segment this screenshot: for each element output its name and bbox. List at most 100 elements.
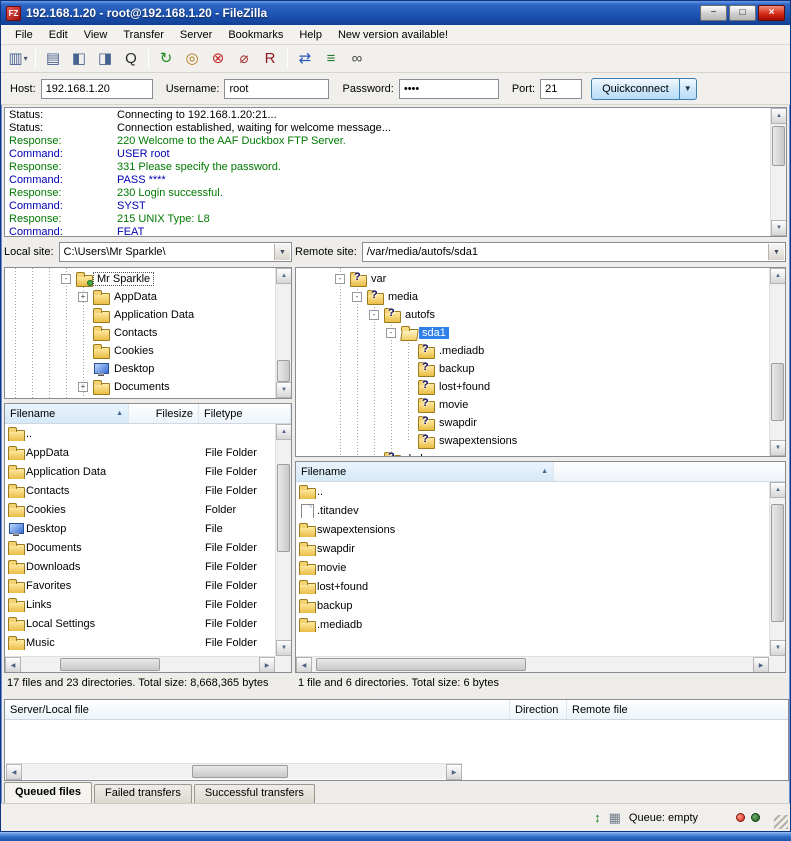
tree-item-mediadb[interactable]: ?.mediadb <box>296 342 769 360</box>
toggle-remote-tree-icon[interactable]: ◨ <box>93 47 117 70</box>
username-input[interactable] <box>224 79 329 99</box>
file-row-mediadb[interactable]: .mediadb <box>296 615 769 634</box>
remote-list-scrollbar-horizontal[interactable]: ◀ ▶ <box>296 656 769 672</box>
column-header-filename[interactable]: Filename ▲ <box>296 462 554 481</box>
file-row-documents[interactable]: DocumentsFile Folder <box>5 538 275 557</box>
file-row-appdata[interactable]: AppDataFile Folder <box>5 443 275 462</box>
file-row-links[interactable]: LinksFile Folder <box>5 595 275 614</box>
file-row-up[interactable]: .. <box>5 424 275 443</box>
menu-item-view[interactable]: View <box>76 27 116 43</box>
toggle-local-tree-icon[interactable]: ◧ <box>67 47 91 70</box>
queue-scrollbar-horizontal[interactable]: ◀ ▶ <box>6 763 462 779</box>
process-queue-icon[interactable]: ◎ <box>180 47 204 70</box>
tree-item-mr-sparkle[interactable]: -Mr Sparkle <box>5 270 275 288</box>
file-row-desktop[interactable]: DesktopFile <box>5 519 275 538</box>
tree-item-sda1[interactable]: -sda1 <box>296 324 769 342</box>
file-row-music[interactable]: MusicFile Folder <box>5 633 275 652</box>
host-input[interactable] <box>41 79 153 99</box>
tree-item-application-data[interactable]: Application Data <box>5 306 275 324</box>
file-row-lost-found[interactable]: lost+found <box>296 577 769 596</box>
scroll-down-icon[interactable]: ▼ <box>770 640 786 656</box>
scroll-down-icon[interactable]: ▼ <box>771 220 787 236</box>
find-files-icon[interactable]: ∞ <box>345 47 369 70</box>
file-row-downloads[interactable]: DownloadsFile Folder <box>5 557 275 576</box>
scroll-right-icon[interactable]: ▶ <box>259 657 275 673</box>
file-row-backup[interactable]: backup <box>296 596 769 615</box>
port-input[interactable] <box>540 79 582 99</box>
scroll-up-icon[interactable]: ▲ <box>276 268 292 284</box>
menu-item-new-version-available[interactable]: New version available! <box>330 27 456 43</box>
log-scrollbar[interactable]: ▲ ▼ <box>770 108 786 236</box>
local-site-combo[interactable]: C:\Users\Mr Sparkle\ ▼ <box>59 242 292 262</box>
file-row-application-data[interactable]: Application DataFile Folder <box>5 462 275 481</box>
remote-tree-scrollbar[interactable]: ▲ ▼ <box>769 268 785 456</box>
combo-dropdown-icon[interactable]: ▼ <box>274 244 290 260</box>
scroll-thumb[interactable] <box>771 363 784 421</box>
file-row-movie[interactable]: movie <box>296 558 769 577</box>
file-row-contacts[interactable]: ContactsFile Folder <box>5 481 275 500</box>
disconnect-icon[interactable]: ⌀ <box>232 47 256 70</box>
maximize-button[interactable]: □ <box>729 5 756 21</box>
local-tree-scrollbar[interactable]: ▲ ▼ <box>275 268 291 398</box>
tab-successful-transfers[interactable]: Successful transfers <box>194 784 315 803</box>
tree-item-lost-found[interactable]: ?lost+found <box>296 378 769 396</box>
scroll-up-icon[interactable]: ▲ <box>770 268 786 284</box>
menu-item-edit[interactable]: Edit <box>41 27 76 43</box>
tree-item-autofs[interactable]: -?autofs <box>296 306 769 324</box>
quickconnect-dropdown-icon[interactable]: ▼ <box>680 78 697 100</box>
local-list-scrollbar-horizontal[interactable]: ◀ ▶ <box>5 656 275 672</box>
speed-limits-icon[interactable]: ▦ <box>609 810 621 826</box>
scroll-up-icon[interactable]: ▲ <box>770 482 786 498</box>
scroll-thumb[interactable] <box>277 360 290 382</box>
file-row-local-settings[interactable]: Local SettingsFile Folder <box>5 614 275 633</box>
column-header-filetype[interactable]: Filetype <box>199 404 291 423</box>
tree-item-movie[interactable]: ?movie <box>296 396 769 414</box>
column-header-filesize[interactable]: Filesize <box>129 404 199 423</box>
remote-site-combo[interactable]: /var/media/autofs/sda1 ▼ <box>362 242 786 262</box>
expand-icon[interactable]: + <box>78 382 88 392</box>
column-header-server-local-file[interactable]: Server/Local file <box>5 700 510 719</box>
tree-item-downloads[interactable]: +Downloads <box>5 396 275 399</box>
close-button[interactable]: × <box>758 5 785 21</box>
collapse-icon[interactable]: - <box>61 274 71 284</box>
menu-item-help[interactable]: Help <box>291 27 330 43</box>
tree-item-media[interactable]: -?media <box>296 288 769 306</box>
minimize-button[interactable]: − <box>700 5 727 21</box>
menu-item-server[interactable]: Server <box>172 27 220 43</box>
tree-item-dvd[interactable]: ?dvd <box>296 450 769 457</box>
tree-item-cookies[interactable]: Cookies <box>5 342 275 360</box>
file-row-swapextensions[interactable]: swapextensions <box>296 520 769 539</box>
site-manager-icon[interactable]: ▥▾ <box>6 47 30 70</box>
collapse-icon[interactable]: - <box>352 292 362 302</box>
column-header-direction[interactable]: Direction <box>510 700 567 719</box>
scroll-down-icon[interactable]: ▼ <box>276 640 292 656</box>
tree-item-backup[interactable]: ?backup <box>296 360 769 378</box>
scroll-down-icon[interactable]: ▼ <box>276 382 292 398</box>
resize-grip[interactable] <box>774 815 788 829</box>
file-row-swapdir[interactable]: swapdir <box>296 539 769 558</box>
file-row-up[interactable]: .. <box>296 482 769 501</box>
scroll-down-icon[interactable]: ▼ <box>770 440 786 456</box>
column-header-filename[interactable]: Filename ▲ <box>5 404 129 423</box>
toggle-message-log-icon[interactable]: ▤ <box>41 47 65 70</box>
scroll-thumb[interactable] <box>771 504 784 622</box>
expand-icon[interactable]: + <box>78 292 88 302</box>
synchronized-browsing-icon[interactable]: ≡ <box>319 47 343 70</box>
tree-item-swapdir[interactable]: ?swapdir <box>296 414 769 432</box>
collapse-icon[interactable]: - <box>369 310 379 320</box>
collapse-icon[interactable]: - <box>335 274 345 284</box>
tree-item-contacts[interactable]: Contacts <box>5 324 275 342</box>
file-row-favorites[interactable]: FavoritesFile Folder <box>5 576 275 595</box>
cancel-icon[interactable]: ⊗ <box>206 47 230 70</box>
scroll-thumb[interactable] <box>277 464 290 552</box>
file-row-cookies[interactable]: CookiesFolder <box>5 500 275 519</box>
password-input[interactable] <box>399 79 499 99</box>
scroll-left-icon[interactable]: ◀ <box>6 764 22 780</box>
menu-item-transfer[interactable]: Transfer <box>115 27 172 43</box>
toolbar-dropdown-icon[interactable]: ▾ <box>24 54 28 63</box>
menu-item-file[interactable]: File <box>7 27 41 43</box>
menu-item-bookmarks[interactable]: Bookmarks <box>220 27 291 43</box>
scroll-right-icon[interactable]: ▶ <box>753 657 769 673</box>
scroll-up-icon[interactable]: ▲ <box>771 108 787 124</box>
combo-dropdown-icon[interactable]: ▼ <box>768 244 784 260</box>
